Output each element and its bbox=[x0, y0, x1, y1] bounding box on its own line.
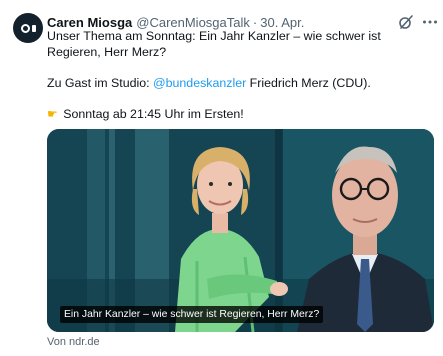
more-dots-icon[interactable] bbox=[422, 15, 438, 29]
tweet-line-topic: Unser Thema am Sonntag: Ein Jahr Kanzler… bbox=[47, 29, 381, 59]
link-source[interactable]: Von ndr.de bbox=[47, 336, 100, 348]
media-caption: Ein Jahr Kanzler – wie schwer ist Regier… bbox=[60, 306, 324, 323]
grok-icon[interactable] bbox=[398, 14, 414, 30]
header-separator: · bbox=[252, 14, 258, 30]
author-handle[interactable]: @CarenMiosgaTalk bbox=[136, 15, 250, 30]
guest-suffix: Friedrich Merz (CDU). bbox=[246, 75, 371, 90]
avatar-logo-icon bbox=[20, 23, 36, 33]
time-text: Sonntag ab 21:45 Uhr im Ersten! bbox=[63, 106, 244, 121]
tweet-line-time: ☛ Sonntag ab 21:45 Uhr im Ersten! bbox=[47, 107, 422, 123]
mention-link[interactable]: @bundeskanzler bbox=[153, 76, 246, 90]
pointing-hand-icon: ☛ bbox=[47, 106, 58, 121]
media-card-image[interactable]: Ein Jahr Kanzler – wie schwer ist Regier… bbox=[47, 129, 434, 332]
tweet-date[interactable]: 30. Apr. bbox=[260, 15, 304, 30]
guest-prefix: Zu Gast im Studio: bbox=[47, 75, 154, 90]
tweet-card[interactable]: Caren Miosga @CarenMiosgaTalk · 30. Apr.… bbox=[0, 0, 443, 356]
author-display-name[interactable]: Caren Miosga bbox=[47, 15, 132, 30]
avatar[interactable] bbox=[13, 13, 43, 43]
tweet-line-guest: Zu Gast im Studio: @bundeskanzler Friedr… bbox=[47, 76, 422, 92]
media-illustration bbox=[47, 129, 434, 332]
tweet-text: Unser Thema am Sonntag: Ein Jahr Kanzler… bbox=[47, 29, 422, 122]
